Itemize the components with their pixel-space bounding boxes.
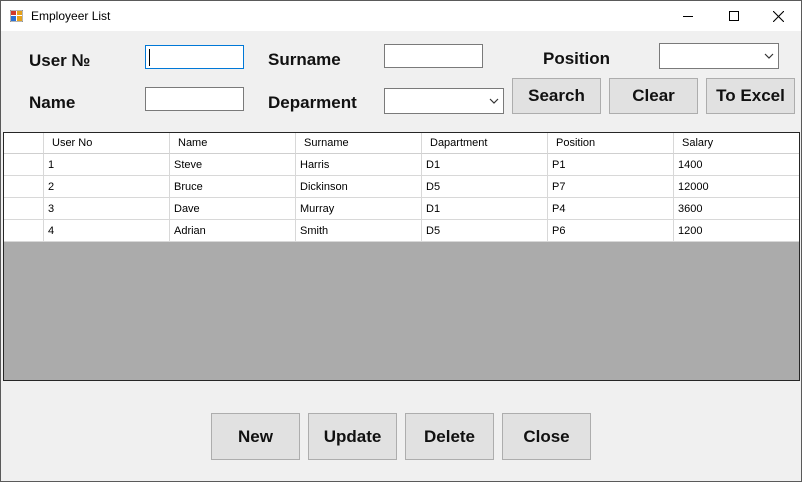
user-no-label: User №: [29, 51, 91, 70]
cell-user-no[interactable]: 4: [44, 220, 170, 242]
cell-salary[interactable]: 1400: [674, 154, 799, 176]
cell-position[interactable]: P6: [548, 220, 674, 242]
clear-button[interactable]: Clear: [609, 78, 698, 114]
column-header-user-no[interactable]: User No: [44, 133, 170, 154]
column-header-position[interactable]: Position: [548, 133, 674, 154]
surname-input[interactable]: [384, 44, 483, 68]
cell-name[interactable]: Adrian: [170, 220, 296, 242]
minimize-button[interactable]: [665, 1, 711, 31]
update-button[interactable]: Update: [308, 413, 397, 460]
cell-position[interactable]: P4: [548, 198, 674, 220]
cell-name[interactable]: Bruce: [170, 176, 296, 198]
table-row[interactable]: 3 Dave Murray D1 P4 3600: [4, 198, 799, 220]
close-icon: [772, 10, 784, 22]
column-header-name[interactable]: Name: [170, 133, 296, 154]
title-bar[interactable]: Employeer List: [1, 1, 801, 31]
close-window-button[interactable]: [755, 1, 801, 31]
to-excel-button[interactable]: To Excel: [706, 78, 795, 114]
department-select[interactable]: [384, 88, 504, 114]
user-no-input[interactable]: [145, 45, 244, 69]
cell-salary[interactable]: 12000: [674, 176, 799, 198]
cell-surname[interactable]: Smith: [296, 220, 422, 242]
cell-surname[interactable]: Murray: [296, 198, 422, 220]
maximize-icon: [729, 11, 739, 21]
cell-department[interactable]: D1: [422, 198, 548, 220]
new-button[interactable]: New: [211, 413, 300, 460]
name-input[interactable]: [145, 87, 244, 111]
row-header-cell[interactable]: [4, 176, 44, 198]
cell-position[interactable]: P7: [548, 176, 674, 198]
cell-user-no[interactable]: 3: [44, 198, 170, 220]
cell-user-no[interactable]: 2: [44, 176, 170, 198]
cell-department[interactable]: D5: [422, 220, 548, 242]
window-title: Employeer List: [31, 9, 111, 23]
cell-department[interactable]: D5: [422, 176, 548, 198]
row-header-cell[interactable]: [4, 220, 44, 242]
column-header-department[interactable]: Dapartment: [422, 133, 548, 154]
column-header-salary[interactable]: Salary: [674, 133, 799, 154]
table-row[interactable]: 4 Adrian Smith D5 P6 1200: [4, 220, 799, 242]
chevron-down-icon: [489, 98, 499, 104]
search-button[interactable]: Search: [512, 78, 601, 114]
text-caret: [149, 49, 150, 66]
grid-header-row: User No Name Surname Dapartment Position…: [4, 133, 799, 154]
delete-button[interactable]: Delete: [405, 413, 494, 460]
name-label: Name: [29, 93, 76, 112]
cell-department[interactable]: D1: [422, 154, 548, 176]
cell-user-no[interactable]: 1: [44, 154, 170, 176]
surname-label: Surname: [268, 50, 341, 69]
grid-corner-cell[interactable]: [4, 133, 44, 154]
department-label: Deparment: [268, 93, 357, 112]
maximize-button[interactable]: [711, 1, 757, 31]
employee-list-window: Employeer List User № Name Surname Depar…: [0, 0, 802, 482]
minimize-icon: [683, 16, 693, 17]
position-select[interactable]: [659, 43, 779, 69]
cell-salary[interactable]: 1200: [674, 220, 799, 242]
table-row[interactable]: 2 Bruce Dickinson D5 P7 12000: [4, 176, 799, 198]
app-icon: [10, 10, 23, 22]
chevron-down-icon: [764, 53, 774, 59]
employee-data-grid[interactable]: User No Name Surname Dapartment Position…: [3, 132, 800, 381]
cell-name[interactable]: Dave: [170, 198, 296, 220]
row-header-cell[interactable]: [4, 154, 44, 176]
table-row[interactable]: 1 Steve Harris D1 P1 1400: [4, 154, 799, 176]
row-header-cell[interactable]: [4, 198, 44, 220]
cell-surname[interactable]: Harris: [296, 154, 422, 176]
close-button[interactable]: Close: [502, 413, 591, 460]
cell-name[interactable]: Steve: [170, 154, 296, 176]
cell-position[interactable]: P1: [548, 154, 674, 176]
cell-salary[interactable]: 3600: [674, 198, 799, 220]
position-label: Position: [543, 49, 611, 68]
cell-surname[interactable]: Dickinson: [296, 176, 422, 198]
column-header-surname[interactable]: Surname: [296, 133, 422, 154]
